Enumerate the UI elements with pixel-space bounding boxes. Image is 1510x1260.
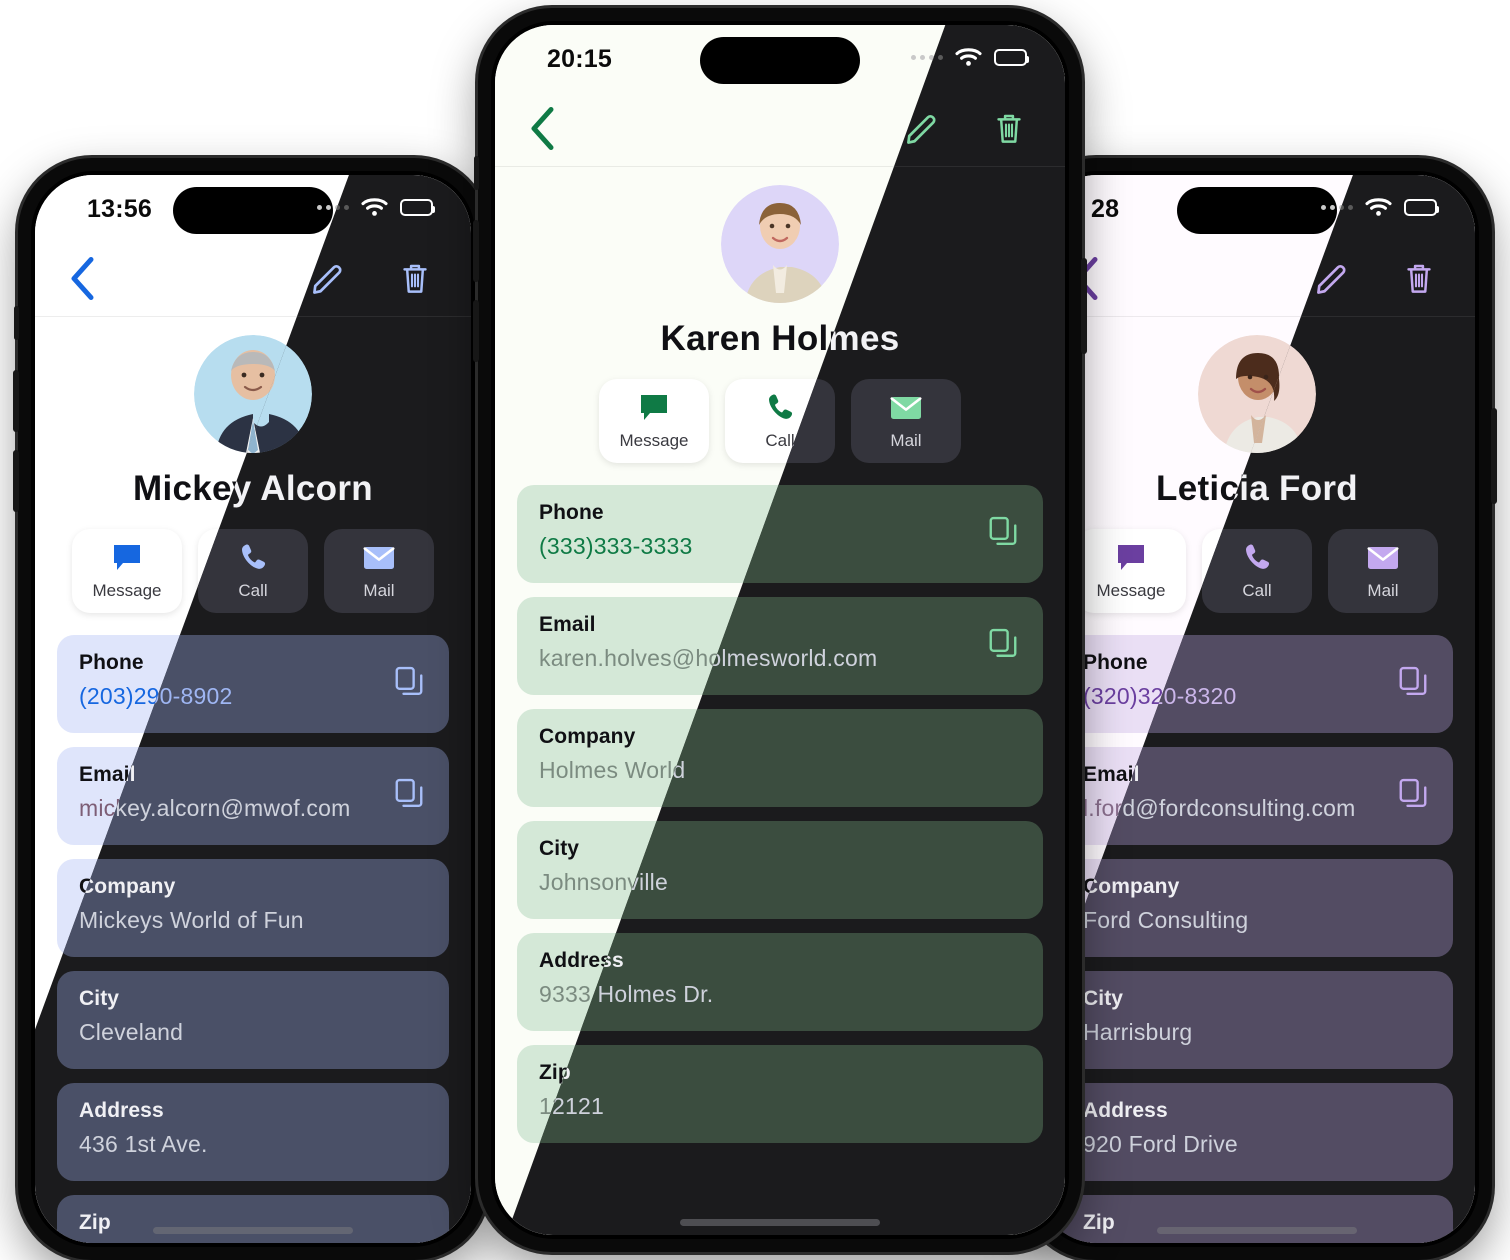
field-value: Cleveland: [79, 1019, 184, 1045]
edit-button[interactable]: [311, 261, 345, 300]
action-label: Call: [238, 581, 268, 600]
volume-down-button[interactable]: [473, 300, 479, 362]
dynamic-island: [1177, 187, 1337, 234]
field-zip[interactable]: Zip 99920: [1061, 1195, 1453, 1243]
action-label: Message: [92, 581, 162, 600]
field-company[interactable]: Company Mickeys World of Fun: [57, 859, 449, 957]
action-message-button[interactable]: Message: [599, 379, 709, 463]
field-company[interactable]: Company Ford Consulting: [1061, 859, 1453, 957]
power-button[interactable]: [1491, 408, 1497, 504]
field-zip[interactable]: Zip 12121: [517, 1045, 1043, 1143]
screen: 13:56 Mickey: [35, 175, 471, 1243]
delete-button[interactable]: [399, 261, 431, 300]
copy-icon[interactable]: [1399, 666, 1427, 702]
home-indicator[interactable]: [680, 1219, 880, 1226]
field-value: 920 Ford Drive: [1083, 1131, 1238, 1157]
action-message-button[interactable]: Message: [72, 529, 182, 613]
field-value: Ford Consulting: [1083, 907, 1249, 933]
edit-button[interactable]: [1315, 261, 1349, 300]
field-value: Harrisburg: [1083, 1019, 1193, 1045]
envelope-icon: [889, 391, 923, 425]
field-label: Address: [1083, 1099, 1168, 1122]
action-mail-button[interactable]: Mail: [1328, 529, 1438, 613]
envelope-icon: [362, 541, 396, 575]
wifi-icon: [955, 47, 982, 67]
home-indicator[interactable]: [153, 1227, 353, 1234]
phone-center: 20:15 Karen Holmes Message Call Phone (3…: [473, 8, 1087, 1252]
action-label: Call: [765, 431, 795, 450]
field-value: 12121: [539, 1093, 604, 1119]
field-label: City: [1083, 987, 1124, 1010]
action-call-button[interactable]: Call: [1202, 529, 1312, 613]
status-time: 28: [1091, 195, 1120, 223]
field-label: Company: [79, 875, 176, 898]
copy-icon[interactable]: [989, 516, 1017, 552]
back-button[interactable]: [529, 106, 555, 155]
dynamic-island: [173, 187, 333, 234]
volume-up-button[interactable]: [473, 220, 479, 282]
battery-icon: [1404, 198, 1439, 216]
delete-button[interactable]: [993, 111, 1025, 150]
field-value: l.ford@fordconsulting.com: [1083, 795, 1356, 821]
status-time: 20:15: [547, 45, 612, 73]
action-label: Message: [619, 431, 689, 450]
mute-switch[interactable]: [474, 156, 479, 190]
field-value: 9333 Holmes Dr.: [539, 981, 714, 1007]
wifi-icon: [361, 197, 388, 217]
field-label: Company: [1083, 875, 1180, 898]
volume-up-button[interactable]: [13, 370, 19, 432]
action-label: Mail: [363, 581, 395, 600]
field-address[interactable]: Address 920 Ford Drive: [1061, 1083, 1453, 1181]
action-label: Call: [1242, 581, 1272, 600]
envelope-icon: [1366, 541, 1400, 575]
field-city[interactable]: City Harrisburg: [1061, 971, 1453, 1069]
copy-icon[interactable]: [395, 778, 423, 814]
screen: 20:15 Karen Holmes Message Call Phone (3…: [495, 25, 1065, 1235]
field-label: Address: [539, 949, 1021, 973]
field-label: Zip: [539, 1061, 1021, 1085]
phone-handset-icon: [1242, 541, 1272, 575]
battery-icon: [400, 198, 435, 216]
mute-switch[interactable]: [14, 306, 19, 340]
field-label: Address: [79, 1099, 164, 1122]
copy-icon[interactable]: [1399, 778, 1427, 814]
action-mail-button[interactable]: Mail: [324, 529, 434, 613]
phone-handset-icon: [765, 391, 795, 425]
field-city[interactable]: City Cleveland: [57, 971, 449, 1069]
message-bubble-icon: [111, 541, 143, 575]
action-mail-button[interactable]: Mail: [851, 379, 961, 463]
copy-icon[interactable]: [989, 628, 1017, 664]
action-label: Mail: [890, 431, 922, 450]
copy-icon[interactable]: [395, 666, 423, 702]
phone-right: 28 Leticia Ford: [1017, 158, 1497, 1260]
field-value: mickey.alcorn@mwof.com: [79, 795, 351, 821]
action-label: Mail: [1367, 581, 1399, 600]
phone-left: 13:56 Mickey: [13, 158, 493, 1260]
home-indicator[interactable]: [1157, 1227, 1357, 1234]
action-label: Message: [1096, 581, 1166, 600]
wifi-icon: [1365, 197, 1392, 217]
message-bubble-icon: [638, 391, 670, 425]
message-bubble-icon: [1115, 541, 1147, 575]
action-call-button[interactable]: Call: [198, 529, 308, 613]
dynamic-island: [700, 37, 860, 84]
field-value: 436 1st Ave.: [79, 1131, 208, 1157]
delete-button[interactable]: [1403, 261, 1435, 300]
field-zip[interactable]: Zip 37288: [57, 1195, 449, 1243]
power-button[interactable]: [1081, 258, 1087, 354]
phone-handset-icon: [238, 541, 268, 575]
field-value: Mickeys World of Fun: [79, 907, 304, 933]
field-label: City: [79, 987, 120, 1010]
phones-mockup-stage: 13:56 Mickey: [0, 0, 1510, 1260]
back-button[interactable]: [69, 256, 95, 305]
avatar: [721, 185, 839, 303]
field-address[interactable]: Address 436 1st Ave.: [57, 1083, 449, 1181]
screen: 28 Leticia Ford: [1039, 175, 1475, 1243]
battery-icon: [994, 48, 1029, 66]
volume-down-button[interactable]: [13, 450, 19, 512]
action-message-button[interactable]: Message: [1076, 529, 1186, 613]
status-time: 13:56: [87, 195, 152, 223]
